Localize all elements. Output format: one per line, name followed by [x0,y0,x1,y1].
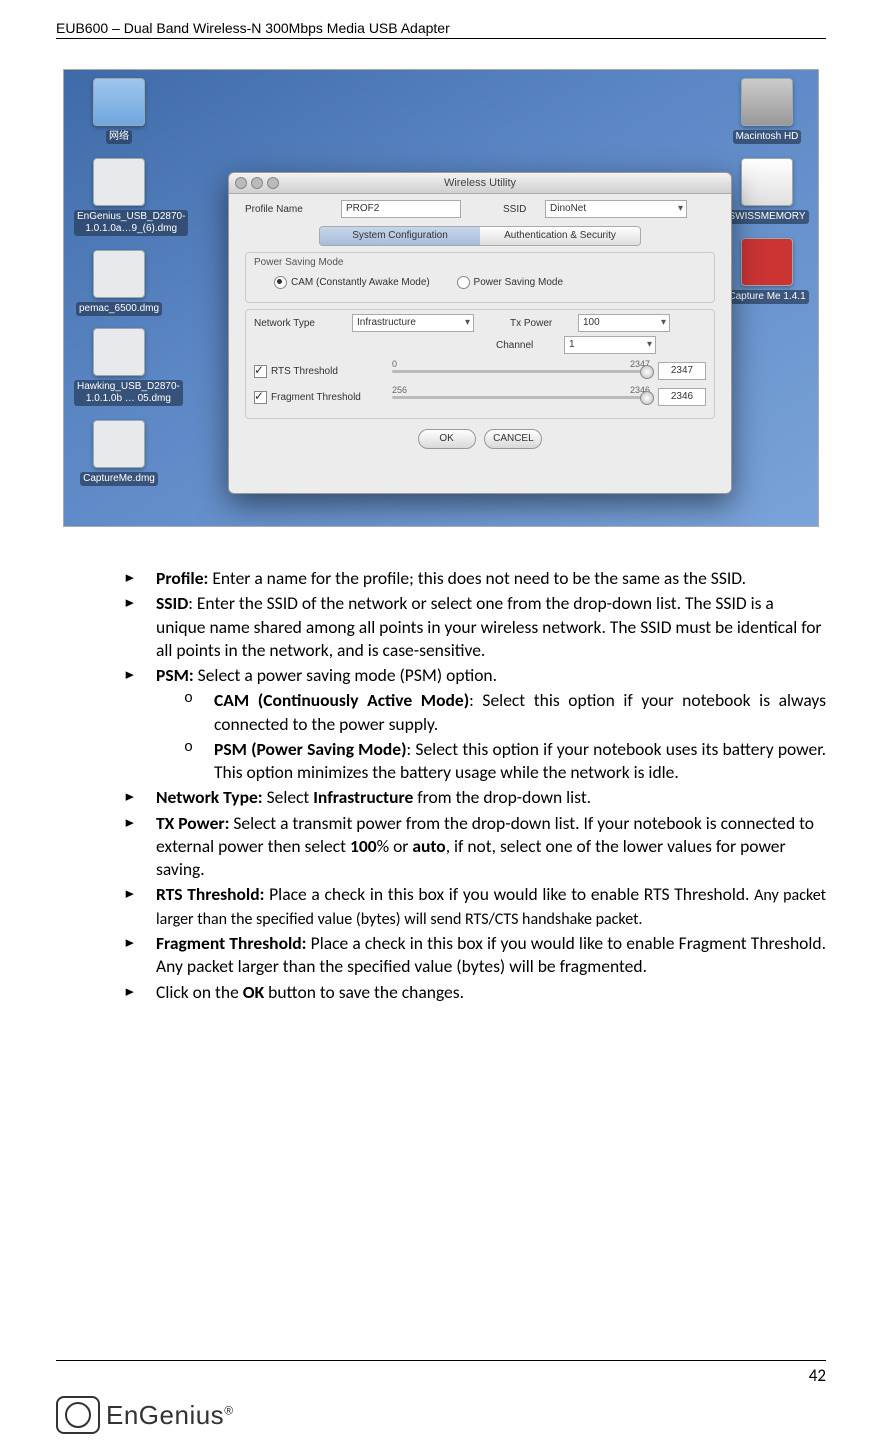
radio-label: Power Saving Mode [474,277,564,288]
tx-power-combo[interactable]: 100 [578,314,670,332]
list-item: Network Type: Select Infrastructure from… [126,786,826,809]
checkbox-icon [254,391,267,404]
channel-combo[interactable]: 1 [564,336,656,354]
desktop-icon-label: Hawking_USB_D2870-1.0.1.0b … 05.dmg [74,380,183,406]
profile-name-input[interactable]: PROF2 [341,200,461,218]
brand-logo: EnGenius® [56,1396,826,1434]
cancel-button[interactable]: CANCEL [484,429,542,449]
network-type-combo[interactable]: Infrastructure [352,314,474,332]
slider-min: 256 [392,385,407,395]
slider-knob[interactable] [640,391,654,405]
list-item: Fragment Threshold: Place a check in thi… [126,932,826,979]
config-tabs[interactable]: System Configuration Authentication & Se… [319,226,641,246]
channel-label: Channel [496,340,556,351]
rts-threshold-checkbox[interactable]: RTS Threshold [254,365,384,378]
screenshot-macos-desktop: 网络 EnGenius_USB_D2870-1.0.1.0a…9_(6).dmg… [63,69,819,527]
radio-psm[interactable]: Power Saving Mode [457,276,564,289]
radio-icon [457,276,470,289]
window-titlebar: Wireless Utility [229,173,731,194]
page-footer: 42 EnGenius® [56,1360,826,1434]
slider-knob[interactable] [640,365,654,379]
radio-label: CAM (Constantly Awake Mode) [291,277,430,288]
desktop-icon-label: pemac_6500.dmg [76,302,162,316]
fragment-threshold-value[interactable]: 2346 [658,388,706,406]
desktop-icon-label: EnGenius_USB_D2870-1.0.1.0a…9_(6).dmg [74,210,188,236]
dmg-icon [93,158,145,206]
rts-threshold-value[interactable]: 2347 [658,362,706,380]
wireless-utility-window: Wireless Utility Profile Name PROF2 SSID… [228,172,732,494]
tab-system-configuration[interactable]: System Configuration [320,227,480,245]
group-title: Power Saving Mode [254,257,706,268]
list-item: TX Power: Select a transmit power from t… [126,812,826,882]
desktop-icon-label: Macintosh HD [733,130,802,144]
folder-icon [93,78,145,126]
profile-name-label: Profile Name [245,204,335,215]
desktop-icon-captureme-app: Capture Me 1.4.1 [722,238,812,304]
dmg-icon [93,250,145,298]
traffic-light-buttons[interactable] [235,177,279,189]
fragment-threshold-slider[interactable]: 256 2346 [392,389,650,405]
radio-cam[interactable]: CAM (Constantly Awake Mode) [274,276,430,289]
page-header: EUB600 – Dual Band Wireless-N 300Mbps Me… [56,20,826,39]
fragment-threshold-checkbox[interactable]: Fragment Threshold [254,391,384,404]
desktop-icon-macintosh-hd: Macintosh HD [722,78,812,144]
checkbox-label: Fragment Threshold [271,392,361,403]
dmg-icon [93,328,145,376]
list-item: SSID: Enter the SSID of the network or s… [126,592,826,662]
desktop-icon-engenius-dmg: EnGenius_USB_D2870-1.0.1.0a…9_(6).dmg [74,158,164,236]
ssid-combo[interactable]: DinoNet [545,200,687,218]
checkbox-label: RTS Threshold [271,366,338,377]
brand-name: EnGenius® [106,1400,234,1431]
desktop-icon-label: 网络 [106,130,132,144]
usb-drive-icon [741,158,793,206]
network-type-label: Network Type [254,318,344,329]
list-item: Profile: Enter a name for the profile; t… [126,567,826,590]
dmg-icon [93,420,145,468]
engenius-logo-icon [56,1396,100,1434]
slider-min: 0 [392,359,397,369]
ok-button[interactable]: OK [418,429,476,449]
checkbox-icon [254,365,267,378]
list-item: CAM (Continuously Active Mode): Select t… [184,689,826,736]
desktop-icon-label: Capture Me 1.4.1 [725,290,808,304]
app-icon [741,238,793,286]
desktop-icon-swissmemory: SWISSMEMORY [722,158,812,224]
power-saving-mode-group: Power Saving Mode CAM (Constantly Awake … [245,252,715,303]
document-body: Profile: Enter a name for the profile; t… [56,567,826,1004]
tab-authentication-security[interactable]: Authentication & Security [480,227,640,245]
rts-threshold-slider[interactable]: 0 2347 [392,363,650,379]
list-item: PSM: Select a power saving mode (PSM) op… [126,664,826,784]
ssid-label: SSID [503,204,539,215]
window-title: Wireless Utility [444,177,516,189]
tx-power-label: Tx Power [510,318,570,329]
desktop-icon-hawking-dmg: Hawking_USB_D2870-1.0.1.0b … 05.dmg [74,328,164,406]
network-group: Network Type Infrastructure Tx Power 100… [245,309,715,419]
desktop-icon-label: CaptureMe.dmg [80,472,158,486]
list-item: RTS Threshold: Place a check in this box… [126,883,826,930]
desktop-icon-captureme-dmg: CaptureMe.dmg [74,420,164,486]
list-item: PSM (Power Saving Mode): Select this opt… [184,738,826,785]
desktop-icon-pemac-dmg: pemac_6500.dmg [74,250,164,316]
desktop-icon-network: 网络 [74,78,164,144]
list-item: Click on the OK button to save the chang… [126,981,826,1004]
desktop-icon-label: SWISSMEMORY [725,210,808,224]
page-number: 42 [56,1361,826,1386]
drive-icon [741,78,793,126]
radio-icon [274,276,287,289]
